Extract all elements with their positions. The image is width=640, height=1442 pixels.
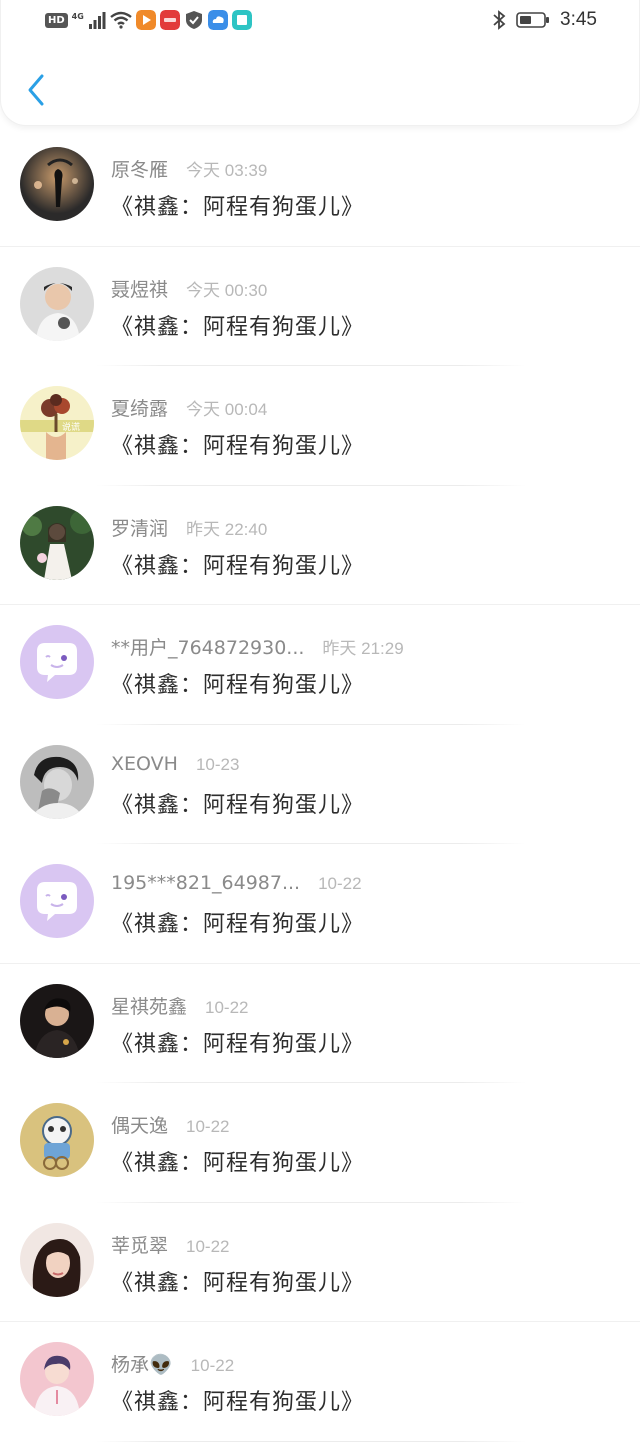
message-header: 原冬雁 今天 03:39: [111, 155, 267, 182]
avatar[interactable]: [20, 983, 94, 1058]
status-bar: HD 4G 3:45: [1, 0, 640, 44]
message-text: 《祺鑫：阿程有狗蛋儿》: [111, 1151, 365, 1176]
message-text: 《祺鑫：阿程有狗蛋儿》: [111, 1390, 365, 1415]
message-header: 莘觅翠 10-22: [111, 1231, 230, 1258]
svg-text:说谎: 说谎: [62, 421, 80, 433]
message-item[interactable]: 罗清润 昨天 22:40 《祺鑫：阿程有狗蛋儿》: [0, 486, 640, 605]
bluetooth-icon: [493, 10, 506, 30]
hd-badge: HD: [45, 12, 68, 28]
message-text: 《祺鑫：阿程有狗蛋儿》: [111, 792, 365, 818]
message-text: 《祺鑫：阿程有狗蛋儿》: [111, 1031, 365, 1057]
timestamp: 今天 00:30: [186, 280, 268, 300]
username[interactable]: 罗清润: [111, 514, 168, 541]
username[interactable]: 夏绮露: [111, 394, 168, 421]
username[interactable]: 星祺苑鑫: [111, 992, 187, 1019]
username[interactable]: 杨承👽: [111, 1350, 173, 1377]
username[interactable]: XEOVH: [111, 753, 178, 775]
shopping-app-icon: [159, 10, 180, 30]
timestamp: 10-22: [186, 1117, 230, 1136]
timestamp: 10-23: [195, 754, 240, 774]
username[interactable]: 原冬雁: [111, 155, 168, 182]
message-text: 《祺鑫：阿程有狗蛋儿》: [111, 314, 365, 340]
username[interactable]: 莘觅翠: [111, 1231, 168, 1258]
message-text: 《祺鑫：阿程有狗蛋儿》: [111, 1270, 365, 1296]
message-header: XEOVH 10-23: [111, 753, 239, 775]
message-item[interactable]: 杨承👽 10-22 《祺鑫：阿程有狗蛋儿》: [0, 1322, 640, 1442]
divider: [96, 1440, 526, 1442]
avatar[interactable]: [20, 147, 94, 221]
book-app-icon: [231, 10, 252, 30]
message-item[interactable]: 195***821_64987... 10-22 《祺鑫：阿程有狗蛋儿》: [0, 844, 640, 964]
avatar[interactable]: [20, 266, 94, 341]
message-item[interactable]: 原冬雁 今天 03:39 《祺鑫：阿程有狗蛋儿》: [0, 127, 640, 247]
wifi-icon: [110, 11, 132, 29]
message-item[interactable]: XEOVH 10-23 《祺鑫：阿程有狗蛋儿》: [0, 725, 640, 844]
message-list: 原冬雁 今天 03:39 《祺鑫：阿程有狗蛋儿》 聂煜祺 今天 00:30 《祺鑫：阿程有…: [0, 127, 640, 1442]
timestamp: 10-22: [186, 1236, 230, 1256]
timestamp: 昨天 22:40: [186, 519, 268, 539]
username[interactable]: **用户_764872930...: [111, 633, 304, 660]
message-text: 《祺鑫：阿程有狗蛋儿》: [111, 673, 365, 698]
top-bar: HD 4G 3:45: [0, 0, 640, 126]
message-item[interactable]: 说谎 夏绮露 今天 00:04 《祺鑫：阿程有狗蛋儿》: [0, 366, 640, 486]
message-header: 聂煜祺 今天 00:30: [111, 275, 267, 302]
cloud-app-icon: [207, 10, 228, 30]
message-header: 偶天逸 10-22: [111, 1111, 230, 1138]
back-button[interactable]: [21, 70, 51, 110]
username[interactable]: 聂煜祺: [111, 275, 168, 302]
avatar[interactable]: [20, 1222, 94, 1297]
avatar[interactable]: [20, 505, 94, 580]
message-header: **用户_764872930... 昨天 21:29: [111, 633, 404, 660]
avatar[interactable]: [20, 1103, 94, 1177]
timestamp: 昨天 21:29: [322, 639, 404, 658]
clock: 3:45: [560, 9, 597, 30]
default-avatar-icon[interactable]: [20, 625, 94, 699]
message-item[interactable]: 偶天逸 10-22 《祺鑫：阿程有狗蛋儿》: [0, 1083, 640, 1203]
message-item[interactable]: 莘觅翠 10-22 《祺鑫：阿程有狗蛋儿》: [0, 1203, 640, 1322]
video-app-icon: [135, 10, 156, 30]
username[interactable]: 195***821_64987...: [111, 872, 300, 894]
shield-icon: [185, 11, 202, 29]
avatar[interactable]: [20, 744, 94, 819]
message-header: 星祺苑鑫 10-22: [111, 992, 249, 1019]
message-header: 罗清润 昨天 22:40: [111, 514, 267, 541]
message-item[interactable]: 星祺苑鑫 10-22 《祺鑫：阿程有狗蛋儿》: [0, 964, 640, 1083]
signal-icon: [88, 12, 106, 29]
timestamp: 今天 03:39: [186, 161, 268, 180]
message-item[interactable]: 聂煜祺 今天 00:30 《祺鑫：阿程有狗蛋儿》: [0, 247, 640, 366]
message-text: 《祺鑫：阿程有狗蛋儿》: [111, 553, 365, 579]
username[interactable]: 偶天逸: [111, 1111, 168, 1138]
message-header: 195***821_64987... 10-22: [111, 872, 362, 894]
avatar[interactable]: [20, 1342, 94, 1416]
message-text: 《祺鑫：阿程有狗蛋儿》: [111, 434, 365, 459]
timestamp: 10-22: [205, 997, 249, 1017]
timestamp: 10-22: [318, 874, 362, 893]
avatar[interactable]: 说谎: [20, 386, 94, 460]
message-header: 杨承👽 10-22: [111, 1350, 234, 1377]
message-text: 《祺鑫：阿程有狗蛋儿》: [111, 195, 365, 220]
default-avatar-icon[interactable]: [20, 864, 94, 938]
network-type: 4G: [71, 11, 84, 21]
timestamp: 10-22: [190, 1356, 235, 1375]
message-item[interactable]: **用户_764872930... 昨天 21:29 《祺鑫：阿程有狗蛋儿》: [0, 605, 640, 725]
message-text: 《祺鑫：阿程有狗蛋儿》: [111, 912, 365, 937]
message-header: 夏绮露 今天 00:04: [111, 394, 267, 421]
timestamp: 今天 00:04: [186, 400, 268, 419]
battery-icon: [516, 12, 550, 28]
